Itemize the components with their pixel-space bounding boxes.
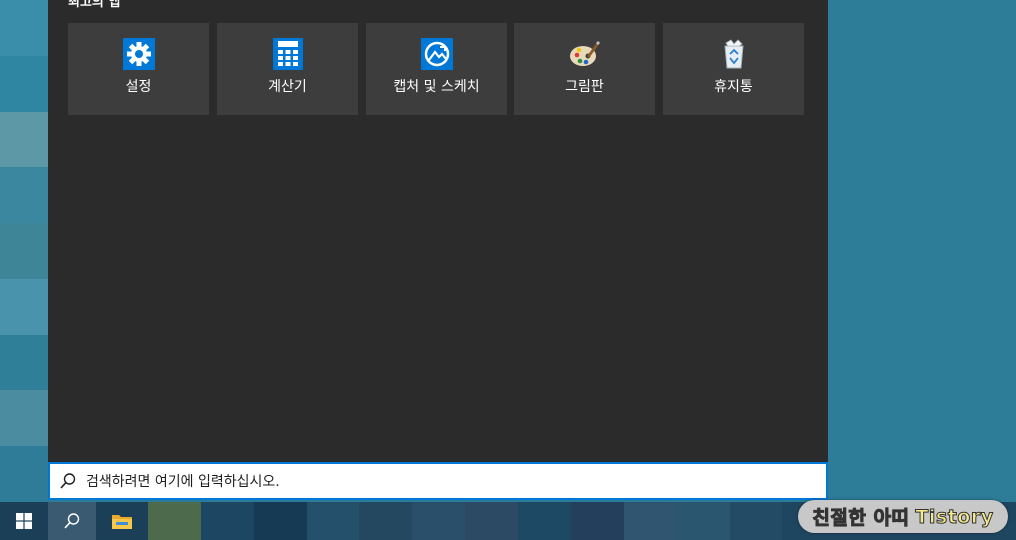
taskbar-segment	[518, 502, 571, 540]
tile-calculator-label: 계산기	[268, 79, 307, 95]
tile-snip-sketch[interactable]: 캡처 및 스케치	[366, 23, 507, 115]
search-icon	[64, 513, 80, 529]
taskbar-segment	[571, 502, 624, 540]
search-icon	[58, 471, 78, 491]
taskbar-segment	[624, 502, 677, 540]
settings-gear-icon	[122, 37, 156, 71]
blog-watermark: 친절한 아띠 Tistory	[798, 500, 1008, 533]
tile-paint-label: 그림판	[565, 79, 604, 95]
desktop-background-left	[0, 0, 48, 503]
taskbar-segment	[465, 502, 518, 540]
tile-settings[interactable]: 설정	[68, 23, 209, 115]
watermark-name: 친절한 아띠	[812, 507, 910, 530]
start-menu-panel: 최고의 앱 설정 계산기 캡처 및 스케치 그림판 휴지통	[48, 0, 828, 462]
desktop-background-right	[828, 0, 1016, 502]
tile-snip-sketch-label: 캡처 및 스케치	[393, 79, 480, 95]
taskbar-segment	[148, 502, 201, 540]
taskbar-segment	[307, 502, 359, 540]
tile-paint[interactable]: 그림판	[514, 23, 655, 115]
calculator-icon	[271, 37, 305, 71]
taskbar-segment	[677, 502, 730, 540]
taskbar-segment	[201, 502, 254, 540]
tile-calculator[interactable]: 계산기	[217, 23, 358, 115]
top-apps-heading: 최고의 앱	[68, 0, 121, 10]
snip-sketch-icon	[420, 37, 454, 71]
windows-logo-icon	[16, 513, 32, 529]
taskbar-segment	[412, 502, 465, 540]
tile-settings-label: 설정	[125, 79, 152, 95]
recycle-bin-icon	[717, 37, 751, 71]
watermark-brand: Tistory	[915, 505, 994, 528]
taskbar-segment	[359, 502, 412, 540]
taskbar-segment	[730, 502, 782, 540]
search-input[interactable]: 검색하려면 여기에 입력하십시오.	[86, 471, 280, 491]
file-explorer-folder-icon	[112, 515, 132, 529]
start-button[interactable]	[0, 502, 48, 540]
tile-recycle-bin-label: 휴지통	[714, 79, 753, 95]
taskbar-segment	[254, 502, 307, 540]
paint-palette-icon	[568, 37, 602, 71]
file-explorer-button[interactable]	[96, 502, 148, 540]
tile-recycle-bin[interactable]: 휴지통	[663, 23, 804, 115]
taskbar-search-button[interactable]	[48, 502, 96, 540]
search-box[interactable]: 검색하려면 여기에 입력하십시오.	[48, 462, 828, 500]
